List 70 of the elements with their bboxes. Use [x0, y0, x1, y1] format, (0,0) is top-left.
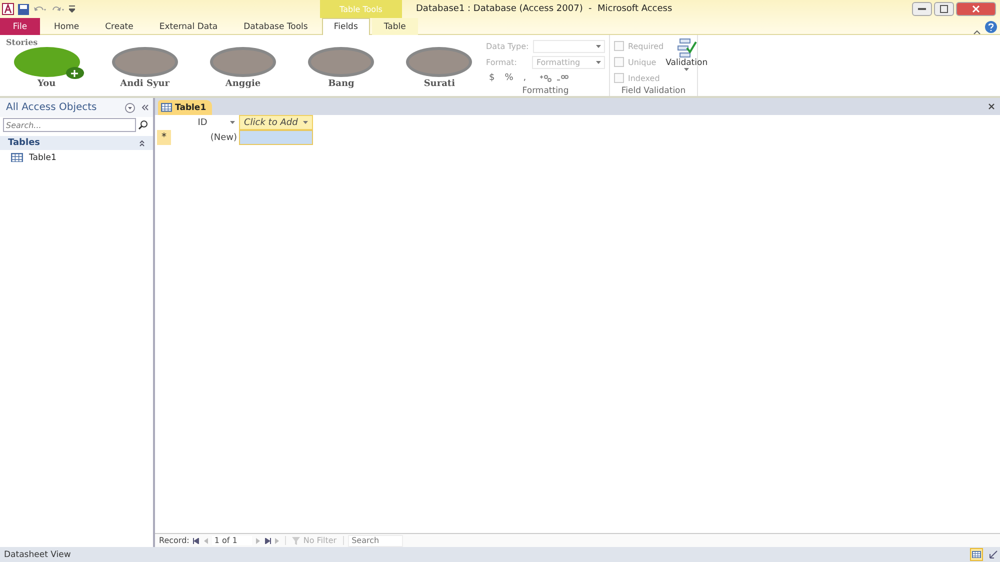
record-label: Record:: [159, 536, 190, 545]
decrease-decimals-icon[interactable]: [556, 74, 570, 82]
story-name: Anggie: [225, 79, 261, 89]
column-header[interactable]: Click to Add: [239, 115, 313, 130]
format-label: Format:: [486, 58, 518, 66]
checkbox-label: Indexed: [628, 74, 660, 82]
group-label: Field Validation: [620, 86, 687, 96]
number-format-button[interactable]: ,: [520, 73, 530, 83]
search-icon[interactable]: [138, 120, 148, 130]
story-name: Surati: [424, 79, 456, 89]
close-icon: [972, 5, 980, 13]
data-type-label: Data Type:: [486, 42, 529, 50]
new-record-marker: *: [157, 130, 171, 145]
document-tab[interactable]: Table1: [158, 100, 212, 115]
checkbox-label: Required: [628, 42, 664, 50]
design-view-button[interactable]: [987, 548, 1000, 561]
customize-toolbar-icon[interactable]: [69, 5, 75, 13]
minimize-ribbon-icon[interactable]: [973, 29, 981, 35]
first-record-button[interactable]: [193, 538, 200, 544]
validation-icon: [676, 38, 697, 58]
status-text: Datasheet View: [4, 550, 72, 560]
story-name: You: [38, 79, 56, 89]
nav-group-header[interactable]: Tables: [0, 136, 153, 150]
validation-button[interactable]: Validation: [664, 38, 710, 86]
restore-icon: [940, 5, 948, 13]
increase-decimals-icon[interactable]: [539, 74, 552, 82]
nav-item[interactable]: Table1: [0, 150, 153, 165]
stories-title: Stories: [6, 37, 39, 47]
ribbon-tab[interactable]: File: [0, 18, 40, 35]
dropdown-arrow-icon: [596, 60, 601, 64]
record-position-field[interactable]: 1 of 1: [212, 536, 252, 545]
minimize-button[interactable]: [912, 2, 932, 16]
story-name: Bang: [328, 79, 354, 89]
minimize-icon: [918, 8, 926, 10]
ribbon-tab[interactable]: Table: [372, 18, 418, 35]
help-icon[interactable]: [985, 21, 997, 33]
checkbox-label: Unique: [628, 58, 656, 66]
last-record-button[interactable]: [265, 538, 272, 544]
restore-button[interactable]: [934, 2, 954, 16]
group-label: Formatting: [521, 86, 570, 96]
collapse-pane-icon[interactable]: [141, 104, 149, 111]
save-icon[interactable]: [18, 4, 29, 14]
number-format-button[interactable]: %: [502, 73, 516, 83]
close-icon[interactable]: [988, 103, 995, 110]
collapse-group-icon[interactable]: [139, 140, 145, 146]
undo-icon[interactable]: [33, 4, 47, 14]
funnel-icon: [292, 536, 300, 544]
dropdown-arrow-icon: [230, 121, 235, 124]
ribbon-tab[interactable]: Fields: [322, 18, 370, 35]
close-button[interactable]: [956, 2, 996, 16]
story-name: Andi Syur: [120, 79, 170, 89]
search-field[interactable]: Search...: [3, 118, 136, 132]
table-icon: [161, 103, 172, 112]
app-icon[interactable]: [2, 3, 14, 15]
ribbon-tab[interactable]: Home: [42, 18, 92, 35]
window-title: Database1 : Database (Access 2007) - Microsoft Access: [415, 4, 674, 14]
ribbon-tab[interactable]: Create: [93, 18, 146, 35]
table-cell[interactable]: [239, 130, 313, 145]
ribbon-tab[interactable]: External Data: [147, 18, 230, 35]
context-tab-group-label: Table Tools: [320, 0, 402, 18]
dropdown-arrow-icon: [596, 44, 601, 48]
datasheet-view-button[interactable]: [970, 548, 983, 561]
table-icon: [972, 550, 981, 558]
ribbon-tab[interactable]: Database Tools: [232, 18, 320, 35]
dropdown-arrow-icon: [303, 121, 308, 124]
dropdown-circle-icon[interactable]: [125, 102, 135, 112]
dropdown-arrow-icon: [684, 68, 690, 71]
number-format-button[interactable]: $: [486, 73, 498, 83]
plus-icon: [66, 67, 84, 79]
table-icon: [11, 152, 23, 162]
